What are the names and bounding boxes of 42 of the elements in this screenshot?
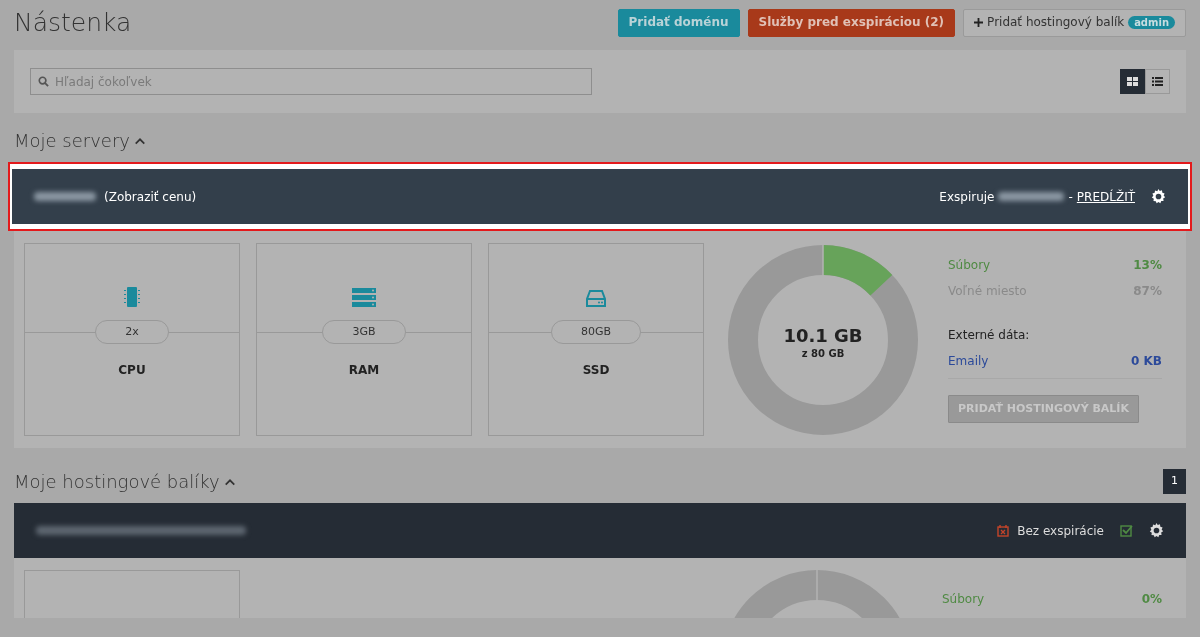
separator: -: [1068, 188, 1073, 206]
stat-value: 0 KB: [1131, 352, 1162, 370]
list-view-button[interactable]: [1145, 69, 1170, 94]
admin-badge: admin: [1128, 16, 1175, 30]
expiring-services-button[interactable]: Služby pred exspiráciou (2): [747, 9, 956, 37]
expiry-label: Exspiruje: [939, 188, 995, 206]
resource-label: RAM: [347, 362, 381, 379]
resource-value: 3GB: [322, 319, 406, 345]
section-title: Moje hostingové balíky: [14, 470, 220, 494]
settings-icon: [1149, 523, 1164, 538]
list-icon: [1152, 77, 1163, 86]
calendar-x-icon: [997, 524, 1010, 537]
package-count-badge: 1: [1163, 469, 1186, 494]
plus-icon: [974, 18, 984, 28]
add-package-button[interactable]: Pridať hostingový balík admin: [963, 9, 1186, 37]
resource-value: 2x: [95, 319, 169, 345]
resource-value: 80GB: [551, 319, 641, 345]
page-title: Nástenka: [14, 8, 132, 38]
resource-label: SSD: [581, 362, 611, 379]
usage-capacity: z 80 GB: [800, 348, 846, 358]
redacted-server-name: [34, 192, 96, 201]
search-icon: [38, 76, 49, 87]
grid-icon: [1127, 77, 1138, 86]
redacted-expiry-date: [998, 192, 1065, 201]
stat-label: Emaily: [948, 352, 989, 370]
section-title: Moje servery: [14, 129, 130, 153]
server-rack-icon: [352, 288, 376, 307]
renew-link[interactable]: PREDĹŽIŤ: [1076, 187, 1135, 206]
external-data-title: Externé dáta:: [948, 326, 1031, 344]
resource-label: CPU: [117, 362, 147, 379]
search-field[interactable]: Hľadaj čokoľvek: [30, 68, 592, 95]
stat-label: Súbory: [948, 256, 991, 274]
show-price-link[interactable]: (Zobraziť cenu): [104, 187, 197, 206]
usage-total: 10.1 GB: [783, 323, 863, 347]
stat-value: 0%: [1141, 591, 1162, 608]
settings-icon: [1151, 189, 1166, 204]
chip-icon: [124, 287, 140, 307]
grid-view-button[interactable]: [1120, 69, 1145, 94]
expiry-status: Bez exspirácie: [1017, 522, 1104, 540]
stat-value: 13%: [1133, 256, 1162, 274]
hard-drive-icon: [586, 290, 606, 307]
stat-label: Súbory: [942, 591, 985, 608]
